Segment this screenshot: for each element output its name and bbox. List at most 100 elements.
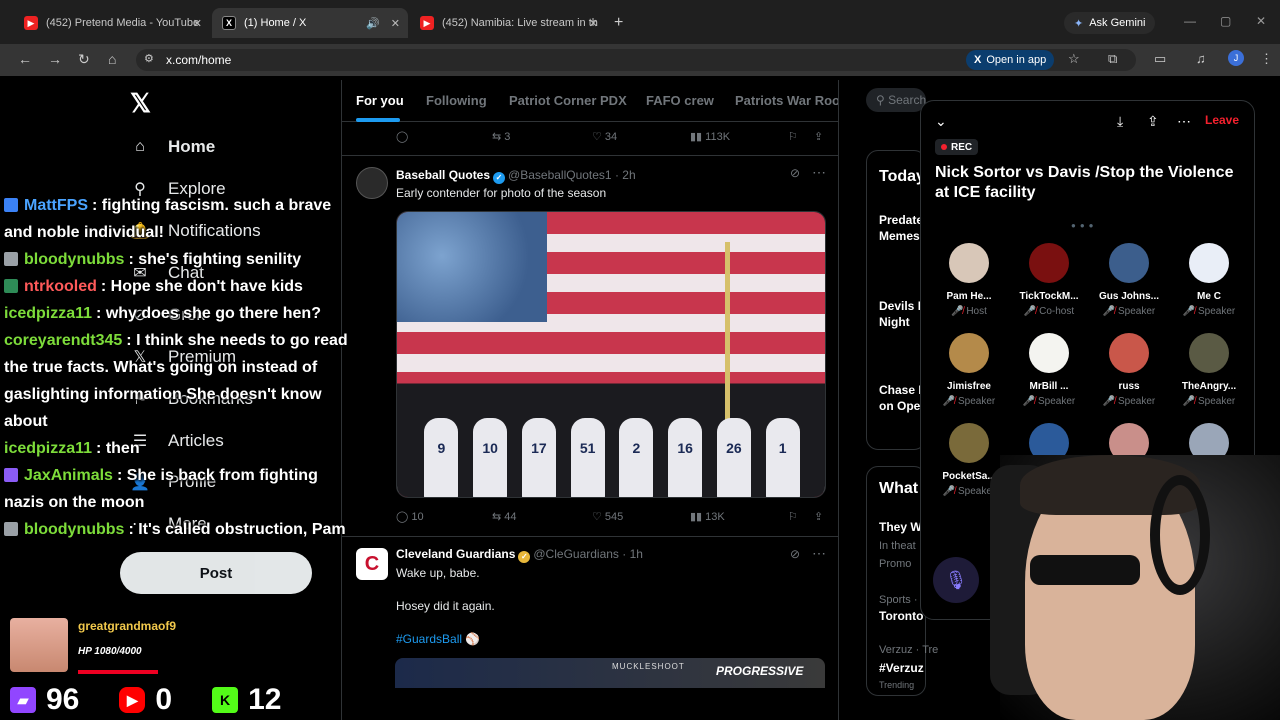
more-options-icon[interactable]: ⋯ [812,545,826,562]
speaker-tile[interactable]: Jimisfree 🎤̸ Speaker [929,333,1009,407]
tab-fafo-crew[interactable]: FAFO crew [646,93,714,108]
author-name[interactable]: Cleveland Guardians [396,547,515,561]
speaker-tile[interactable]: Gus Johns... 🎤̸ Speaker [1089,243,1169,317]
like-button[interactable]: ♡ 545 [592,510,623,523]
tab-youtube-pretend-media[interactable]: ▶ (452) Pretend Media - YouTube ✕ [14,8,210,38]
leave-button[interactable]: Leave [1205,113,1239,127]
site-info-icon[interactable]: ⚙ [144,52,154,65]
grok-icon[interactable]: ⊘ [790,166,800,180]
minimize-icon[interactable]: — [1184,14,1196,28]
share-icon[interactable]: ⇪ [814,510,823,523]
cast-icon[interactable]: ▭ [1154,51,1166,67]
tweet[interactable]: C Cleveland Guardians ✓ @CleGuardians · 1h… [342,537,838,720]
grok-icon[interactable]: ⊘ [790,547,800,561]
more-options-icon[interactable]: ⋯ [1177,113,1191,130]
x-logo-icon[interactable]: 𝕏 [130,88,151,119]
chat-text: : then [96,440,140,457]
minimize-space-icon[interactable]: ⤓ [1117,113,1123,130]
extensions-icon[interactable]: ⧉ [1108,51,1117,67]
microphone-button[interactable]: 🎙 [933,557,979,603]
close-icon[interactable]: ✕ [589,17,598,30]
news-item-title[interactable]: Memes [879,229,920,243]
chat-text: : Hope she don't have kids [100,278,303,295]
maximize-icon[interactable]: ▢ [1220,14,1231,28]
speaker-tile[interactable]: russ 🎤̸ Speaker [1089,333,1169,407]
reload-icon[interactable]: ↻ [78,51,90,68]
news-item-title[interactable]: Chase I [879,383,922,397]
reply-button[interactable]: ◯ 10 [396,510,424,523]
tab-following[interactable]: Following [426,93,487,108]
author-name[interactable]: Baseball Quotes [396,168,490,182]
media-controls-icon[interactable]: ♫ [1196,51,1206,66]
chevron-down-icon[interactable]: ⌄ [935,113,947,130]
tweet[interactable]: Baseball Quotes ✓ @BaseballQuotes1 · 2h ⊘ … [342,156,838,536]
hashtag-link[interactable]: #GuardsBall ⚾ [396,632,480,646]
speaker-avatar [1109,243,1149,283]
browser-menu-icon[interactable]: ⋮ [1260,51,1273,67]
more-options-icon[interactable]: ⋯ [812,164,826,181]
tab-patriots-war-room[interactable]: Patriots War Room [735,93,838,108]
tab-for-you[interactable]: For you [356,93,404,108]
speaker-tile[interactable]: TickTockM... 🎤̸ Co-host [1009,243,1089,317]
author-handle[interactable]: @BaseballQuotes1 [508,168,612,182]
share-icon[interactable]: ⇪ [1147,113,1159,130]
rec-dot-icon [941,144,947,150]
retweet-button[interactable]: ⇆ 3 [492,130,510,143]
author-handle[interactable]: @CleGuardians [533,547,619,561]
speaker-icon[interactable]: 🔊 [366,17,380,30]
home-browser-icon[interactable]: ⌂ [108,51,116,67]
ask-gemini-button[interactable]: ✦ Ask Gemini [1064,12,1156,34]
avatar[interactable]: C [356,548,388,580]
news-item-title[interactable]: on Ope [879,399,920,413]
trend-title[interactable]: #Verzuz [879,661,924,675]
speaker-tile[interactable]: MrBill ... 🎤̸ Speaker [1009,333,1089,407]
tweet-time[interactable]: · 1h [622,547,643,561]
like-count: 545 [604,511,624,523]
tweet-image[interactable]: 9 10 17 51 2 16 26 1 [396,211,826,498]
open-in-app-button[interactable]: X Open in app [966,50,1055,70]
views-button[interactable]: ▮▮ 113K [690,130,730,143]
avatar[interactable] [356,167,388,199]
tweet-time[interactable]: · 2h [615,168,636,182]
news-item-title[interactable]: Devils I [879,299,921,313]
search-input[interactable]: ⚲ Search [866,88,926,112]
muted-mic-icon: 🎤̸ [951,306,967,317]
retweet-button[interactable]: ⇆ 44 [492,510,517,523]
close-window-icon[interactable]: ✕ [1256,14,1266,28]
nav-home[interactable]: ⌂ Home [130,137,215,157]
nav-articles[interactable]: ☰ Articles [130,431,224,451]
trend-title[interactable]: They W [879,520,922,534]
bookmark-icon[interactable]: ⚐ [788,130,798,143]
tab-patriot-corner-pdx[interactable]: Patriot Corner PDX [509,93,627,108]
role-label: Speaker [1037,396,1076,407]
recording-badge: REC [935,139,979,155]
star-icon[interactable]: ☆ [1068,51,1080,67]
close-icon[interactable]: ✕ [193,17,202,30]
tab-x-home[interactable]: X (1) Home / X 🔊 ✕ [212,8,408,38]
trend-meta: Trending [879,680,915,690]
forward-icon[interactable]: → [48,51,62,67]
bookmark-icon[interactable]: ⚐ [788,510,798,523]
retweet-count: 3 [504,131,511,143]
trend-title[interactable]: Toronto [879,609,923,623]
reply-icon[interactable]: ◯ [396,130,408,143]
platform-badge-icon [4,252,18,266]
speaker-tile[interactable]: TheAngry... 🎤̸ Speaker [1169,333,1249,407]
twitch-icon: ▰ [10,687,36,713]
close-icon[interactable]: ✕ [391,17,400,30]
share-icon[interactable]: ⇪ [814,130,823,143]
screen: ▶ (452) Pretend Media - YouTube ✕ X (1) … [0,0,1280,720]
views-button[interactable]: ▮▮ 13K [690,510,725,523]
tab-youtube-namibia[interactable]: ▶ (452) Namibia: Live stream in th ✕ [410,8,606,38]
profile-avatar[interactable]: J [1228,50,1244,66]
speaker-tile[interactable]: Me C 🎤̸ Speaker [1169,243,1249,317]
news-item-title[interactable]: Predate [879,213,923,227]
like-button[interactable]: ♡ 34 [592,130,617,143]
post-button[interactable]: Post [120,552,312,594]
new-tab-icon[interactable]: + [614,14,623,32]
back-icon[interactable]: ← [18,51,32,67]
url-text[interactable]: x.com/home [166,53,231,67]
news-item-title[interactable]: Night [879,315,910,329]
speaker-tile[interactable]: Pam He... 🎤̸ Host [929,243,1009,317]
space-title: Nick Sortor vs Davis /Stop the Violence … [935,164,1234,201]
